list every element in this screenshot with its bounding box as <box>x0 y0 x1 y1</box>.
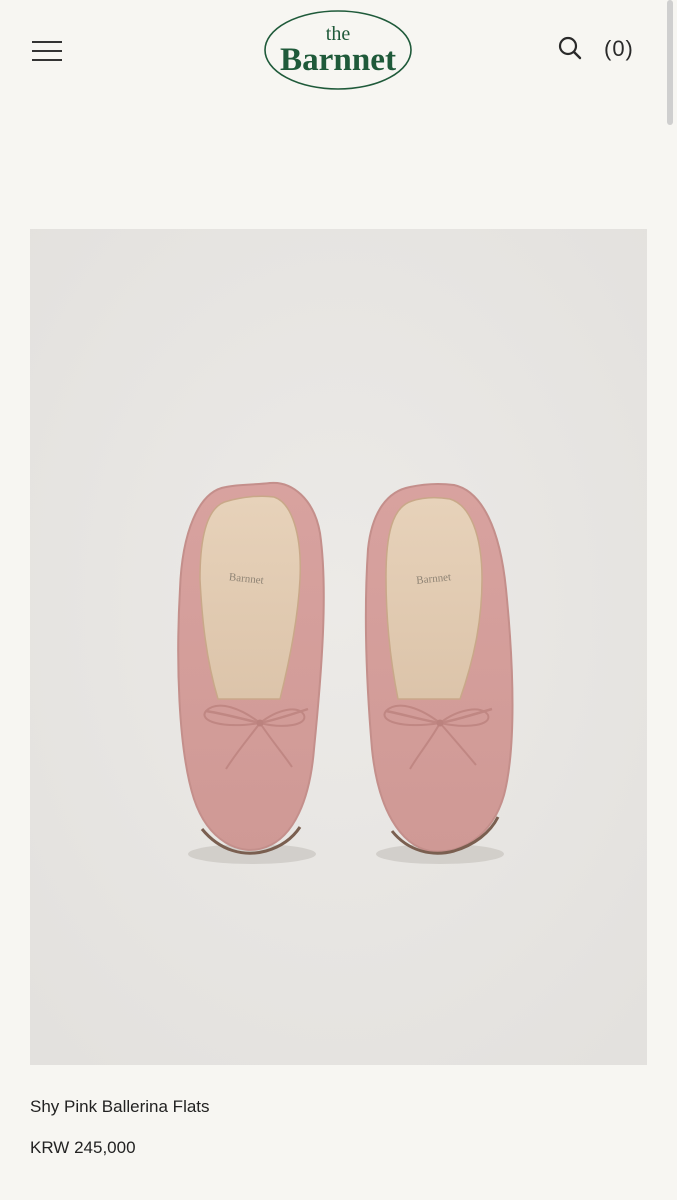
logo-main-text: Barnnet <box>280 42 396 78</box>
cart-button[interactable]: (0) <box>604 33 634 65</box>
search-icon <box>558 36 582 60</box>
site-header: the Barnnet (0) <box>0 0 677 100</box>
left-shoe: Barnnet <box>177 481 325 864</box>
product-price: KRW 245,000 <box>30 1138 136 1157</box>
brand-logo[interactable]: the Barnnet <box>263 8 413 94</box>
product-name[interactable]: Shy Pink Ballerina Flats <box>30 1097 210 1117</box>
hamburger-icon-line <box>32 59 62 61</box>
product-image[interactable]: Barnnet Barnnet <box>30 229 647 1065</box>
hamburger-icon-line <box>32 41 62 43</box>
search-button[interactable] <box>554 32 586 64</box>
hamburger-icon-line <box>32 50 62 52</box>
right-shoe: Barnnet <box>364 482 514 864</box>
menu-button[interactable] <box>26 34 68 68</box>
page-scrollbar[interactable] <box>667 0 673 125</box>
